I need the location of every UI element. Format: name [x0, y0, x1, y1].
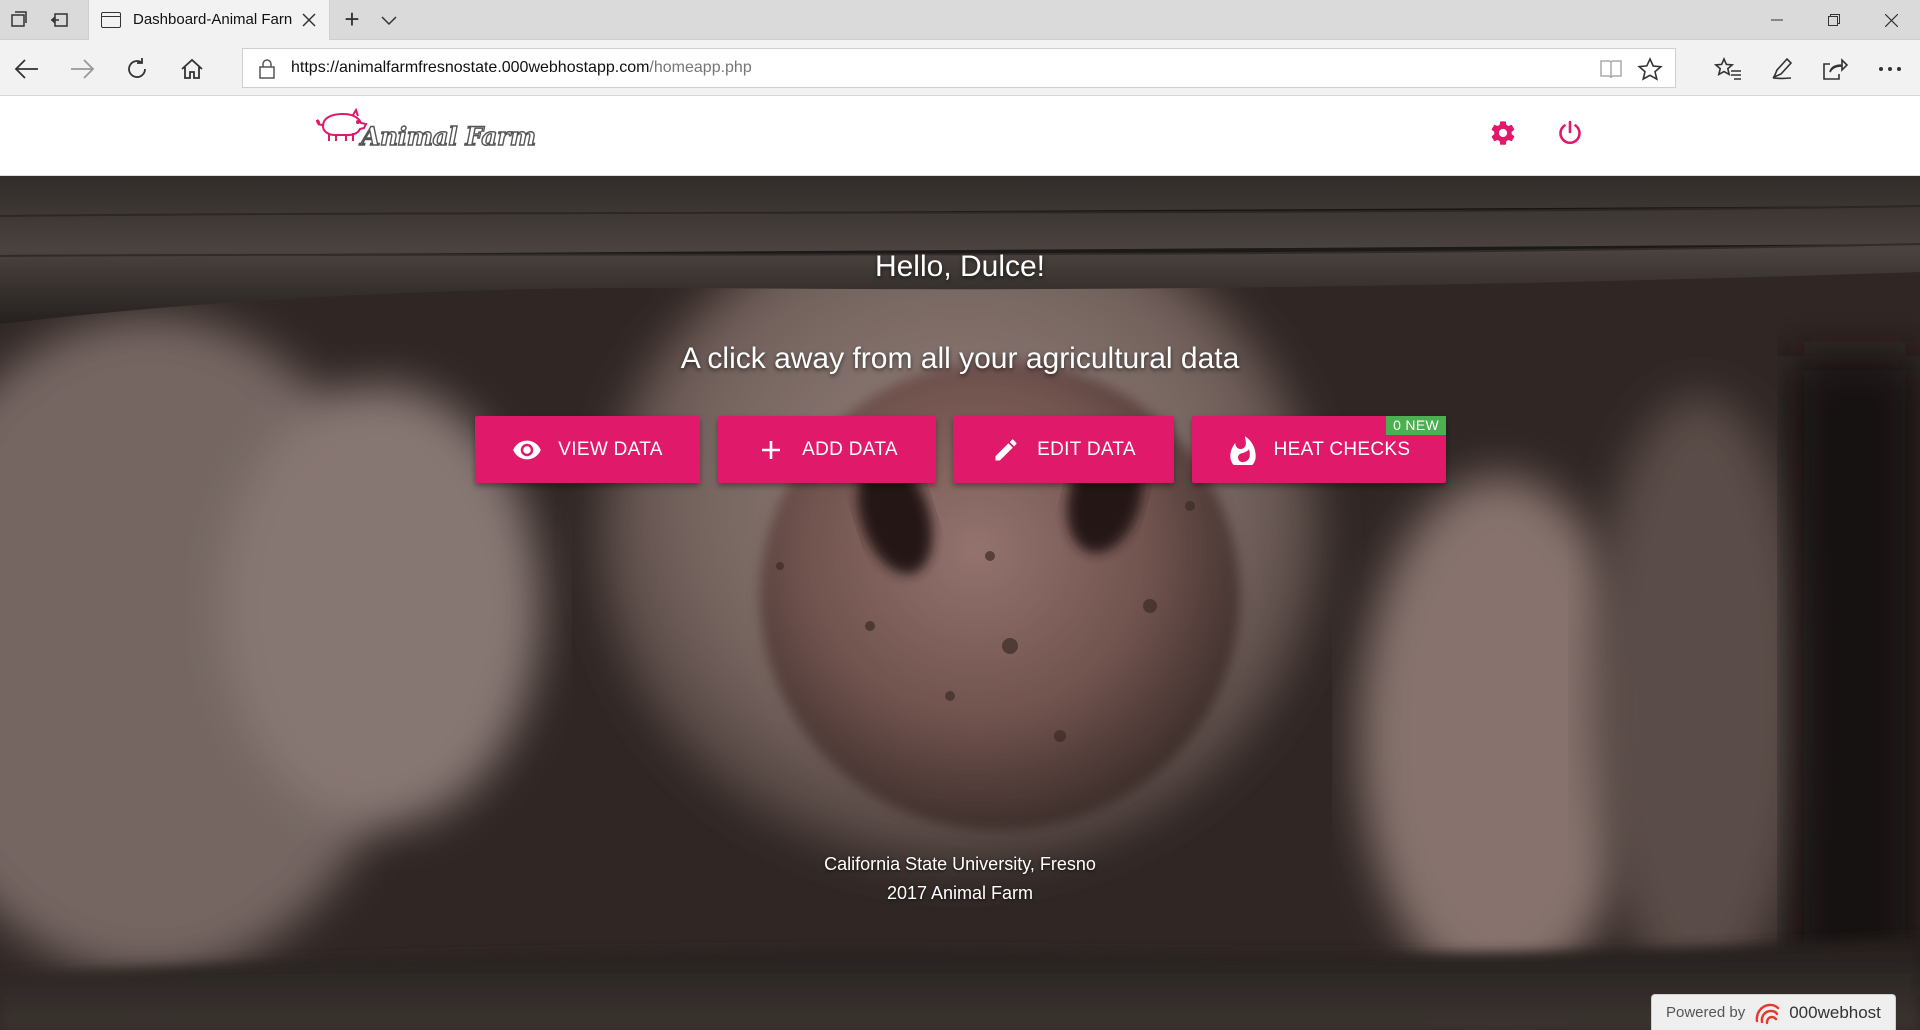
restore-button[interactable]: [1805, 0, 1863, 40]
plus-icon: [756, 435, 786, 465]
close-window-button[interactable]: [1862, 0, 1920, 40]
view-data-label: VIEW DATA: [558, 438, 663, 460]
back-arrow-icon[interactable]: [12, 54, 42, 84]
browser-tab-bar: Dashboard-Animal Farn +: [0, 0, 1920, 40]
site-logo[interactable]: Animal Farm: [313, 108, 537, 158]
view-data-button[interactable]: VIEW DATA: [475, 416, 700, 483]
more-options-icon[interactable]: [1875, 54, 1905, 84]
powered-by-label: Powered by: [1666, 1004, 1746, 1021]
close-tab-icon[interactable]: [299, 10, 319, 30]
footer: California State University, Fresno 2017…: [0, 850, 1920, 908]
web-page: Animal Farm Hello, Dulce! A click away f…: [0, 96, 1920, 1030]
heat-checks-button[interactable]: HEAT CHECKS 0 NEW: [1192, 416, 1446, 483]
page-favicon-icon: [101, 12, 121, 28]
minimize-button[interactable]: [1748, 0, 1806, 40]
greeting-text: Hello, Dulce!: [874, 250, 1046, 283]
000webhost-logo-icon: [1755, 1003, 1780, 1024]
hero-section: Hello, Dulce! A click away from all your…: [0, 176, 1920, 1030]
forward-arrow-icon[interactable]: [67, 54, 97, 84]
edit-data-button[interactable]: EDIT DATA: [953, 416, 1174, 483]
home-icon[interactable]: [177, 54, 207, 84]
url-text[interactable]: https://animalfarmfresnostate.000webhost…: [291, 59, 752, 77]
address-bar[interactable]: https://animalfarmfresnostate.000webhost…: [242, 48, 1676, 88]
site-header: Animal Farm: [0, 96, 1920, 176]
footer-university: California State University, Fresno: [824, 854, 1096, 874]
set-tabs-aside-icon[interactable]: [48, 9, 70, 31]
tab-actions-icon[interactable]: [8, 9, 30, 31]
pen-icon[interactable]: [1767, 54, 1797, 84]
favorites-icon[interactable]: [1713, 54, 1743, 84]
add-data-label: ADD DATA: [802, 438, 898, 460]
settings-gear-icon[interactable]: [1486, 116, 1520, 150]
tagline-text: A click away from all your agricultural …: [680, 342, 1240, 375]
new-tab-button[interactable]: +: [340, 6, 364, 32]
new-count-badge: 0 NEW: [1386, 416, 1446, 435]
favorite-star-icon[interactable]: [1637, 57, 1663, 81]
hosting-brand: 000webhost: [1789, 1002, 1881, 1022]
refresh-icon[interactable]: [122, 54, 152, 84]
edit-data-label: EDIT DATA: [1037, 438, 1136, 460]
reading-view-icon[interactable]: [1599, 58, 1623, 80]
tab-title: Dashboard-Animal Farn: [133, 11, 293, 28]
footer-copyright: 2017 Animal Farm: [886, 883, 1034, 903]
heat-checks-label: HEAT CHECKS: [1273, 438, 1411, 460]
lock-icon[interactable]: [257, 58, 277, 80]
powered-by-badge[interactable]: Powered by 000webhost: [1651, 994, 1896, 1030]
logo-wordmark: Animal Farm: [360, 121, 537, 151]
url-host: https://animalfarmfresnostate.000webhost…: [291, 59, 650, 76]
active-tab[interactable]: Dashboard-Animal Farn: [88, 0, 330, 40]
flame-icon: [1228, 435, 1258, 465]
eye-icon: [512, 435, 542, 465]
chevron-down-icon[interactable]: [378, 10, 400, 30]
share-icon[interactable]: [1820, 54, 1850, 84]
browser-toolbar: https://animalfarmfresnostate.000webhost…: [0, 40, 1920, 96]
url-path: /homeapp.php: [649, 59, 752, 76]
pencil-icon: [991, 435, 1021, 465]
add-data-button[interactable]: ADD DATA: [718, 416, 936, 483]
power-logout-icon[interactable]: [1553, 116, 1587, 150]
